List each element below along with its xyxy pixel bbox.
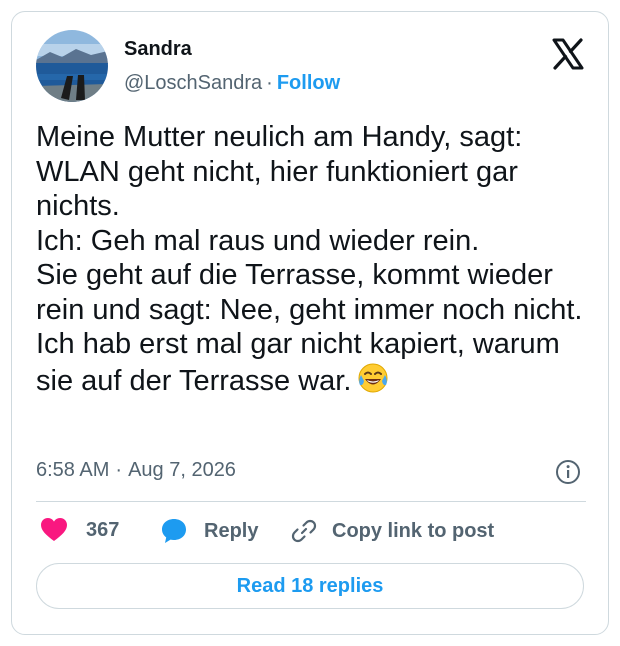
post-text: Meine Mutter neulich am Handy, sagt: WLA… bbox=[36, 121, 583, 397]
reply-button[interactable]: Reply bbox=[160, 517, 258, 545]
read-replies-button[interactable]: Read 18 replies bbox=[36, 563, 584, 609]
like-button[interactable]: 367 bbox=[40, 517, 119, 543]
post-time[interactable]: 6:58 AM bbox=[36, 459, 109, 481]
speech-bubble-icon bbox=[160, 517, 188, 545]
avatar[interactable] bbox=[36, 30, 108, 102]
post-body: Meine Mutter neulich am Handy, sagt: WLA… bbox=[36, 120, 596, 402]
post-meta: 6:58 AM · Aug 7, 2026 bbox=[36, 459, 236, 482]
like-count: 367 bbox=[86, 518, 120, 541]
author-handle[interactable]: @LoschSandra bbox=[124, 72, 262, 94]
author-handle-row: @LoschSandra · Follow bbox=[124, 72, 340, 95]
heart-icon bbox=[40, 517, 68, 543]
follow-button[interactable]: Follow bbox=[277, 72, 340, 94]
tweet-card: Sandra @LoschSandra · Follow Meine Mutter … bbox=[11, 11, 609, 635]
link-icon bbox=[290, 517, 318, 545]
reply-label: Reply bbox=[204, 519, 259, 542]
meta-separator: · bbox=[115, 459, 123, 481]
copy-link-button[interactable]: Copy link to post bbox=[290, 517, 494, 545]
copy-link-label: Copy link to post bbox=[332, 519, 495, 542]
author-name[interactable]: Sandra bbox=[124, 38, 192, 61]
x-logo-icon[interactable] bbox=[550, 36, 586, 72]
info-icon[interactable] bbox=[555, 459, 581, 485]
face-with-tears-of-joy-icon bbox=[357, 362, 389, 403]
separator: · bbox=[266, 72, 273, 94]
divider bbox=[36, 501, 586, 502]
post-date[interactable]: Aug 7, 2026 bbox=[128, 459, 236, 481]
